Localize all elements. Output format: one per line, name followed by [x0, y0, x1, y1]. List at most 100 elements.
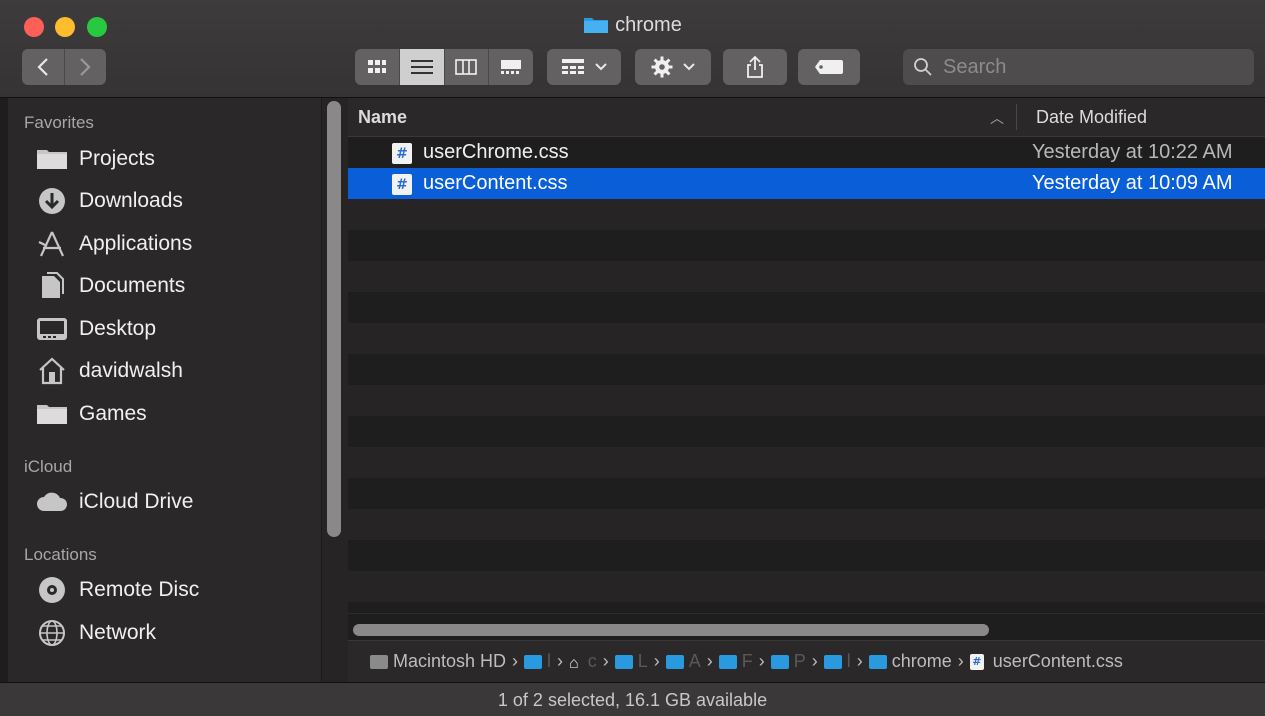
- folder-icon: [36, 145, 68, 173]
- path-bar: Macintosh HD › l › ⌂ c › L › A › F › P ›…: [348, 640, 1265, 682]
- user-folder-icon: [524, 654, 543, 669]
- horizontal-scrollbar[interactable]: [353, 624, 989, 636]
- action-menu-button[interactable]: [635, 49, 711, 85]
- path-item-folder-p[interactable]: P: [770, 651, 806, 672]
- path-item-usercontent-css[interactable]: # userContent.css: [969, 651, 1123, 672]
- library-folder-icon: [614, 654, 633, 669]
- sidebar-section-favorites: Favorites: [24, 113, 94, 132]
- columns-icon: [455, 59, 478, 75]
- document-icon: [36, 272, 68, 300]
- chevron-left-icon: [37, 58, 48, 76]
- forward-button[interactable]: [63, 49, 107, 85]
- path-label: Macintosh HD: [393, 651, 507, 671]
- tag-button[interactable]: [798, 49, 860, 85]
- sidebar-scrollbar[interactable]: [327, 101, 341, 537]
- path-item-home[interactable]: ⌂ c: [569, 651, 597, 672]
- disc-icon: [36, 576, 68, 604]
- search-icon: [914, 58, 932, 76]
- folder-icon: [584, 18, 609, 33]
- file-row[interactable]: # userChrome.css Yesterday at 10:22 AM: [348, 137, 1265, 168]
- sidebar-item-downloads[interactable]: Downloads: [36, 183, 183, 219]
- sidebar-item-label: davidwalsh: [79, 359, 183, 382]
- empty-row: [348, 292, 1265, 323]
- path-label: chrome: [891, 651, 952, 671]
- cloud-icon: [36, 488, 68, 516]
- grid-icon: [367, 60, 386, 73]
- sidebar-item-label: Applications: [79, 232, 193, 255]
- icon-view-button[interactable]: [355, 49, 399, 85]
- sidebar-item-label: Network: [79, 621, 157, 644]
- path-separator: ›: [856, 651, 863, 671]
- hard-drive-icon: [370, 654, 388, 669]
- sidebar-item-applications[interactable]: Applications: [36, 226, 192, 262]
- path-label: F: [741, 651, 753, 671]
- chevron-right-icon: [80, 58, 91, 76]
- column-view-button[interactable]: [443, 49, 489, 85]
- list-view-button[interactable]: [398, 49, 444, 85]
- path-item-library[interactable]: L: [614, 651, 648, 672]
- sidebar-item-projects[interactable]: Projects: [36, 141, 155, 177]
- path-label: l: [547, 651, 552, 671]
- group-by-button[interactable]: [547, 49, 621, 85]
- desktop-icon: [36, 315, 68, 343]
- empty-row: [348, 261, 1265, 292]
- share-icon: [747, 55, 763, 78]
- network-icon: [36, 619, 68, 647]
- path-separator: ›: [512, 651, 519, 671]
- sidebar-item-davidwalsh[interactable]: davidwalsh: [36, 353, 183, 389]
- sidebar-item-label: Downloads: [79, 189, 183, 212]
- window-title-bar: chrome: [0, 14, 1265, 37]
- file-row-selected[interactable]: # userContent.css Yesterday at 10:09 AM: [348, 168, 1265, 199]
- path-separator: ›: [957, 651, 964, 671]
- back-button[interactable]: [22, 49, 64, 85]
- share-button[interactable]: [723, 49, 787, 85]
- path-label: P: [793, 651, 806, 671]
- path-item-folder-l[interactable]: l: [823, 651, 851, 672]
- folder-icon: [770, 654, 789, 669]
- folder-icon: [868, 654, 887, 669]
- search-input[interactable]: [941, 54, 1245, 80]
- sidebar-section-locations: Locations: [24, 545, 97, 564]
- sidebar-item-games[interactable]: Games: [36, 396, 147, 432]
- gallery-view-button[interactable]: [488, 49, 533, 85]
- chevron-down-icon: [594, 63, 607, 71]
- window-title: chrome: [615, 14, 682, 36]
- applications-icon: [36, 230, 68, 258]
- sidebar-item-network[interactable]: Network: [36, 615, 156, 651]
- column-header-name[interactable]: Name: [358, 107, 407, 128]
- list-header: Name ︿ Date Modified: [348, 98, 1265, 137]
- empty-row: [348, 199, 1265, 230]
- search-field[interactable]: [903, 49, 1254, 85]
- sidebar-item-documents[interactable]: Documents: [36, 268, 185, 304]
- file-name: userContent.css: [423, 172, 568, 194]
- toolbar: chrome: [0, 0, 1265, 98]
- home-icon: ⌂: [569, 654, 579, 672]
- sidebar-item-icloud-drive[interactable]: iCloud Drive: [36, 484, 193, 520]
- css-file-icon: #: [969, 653, 984, 670]
- sidebar-item-remote-disc[interactable]: Remote Disc: [36, 572, 199, 608]
- file-rows: # userChrome.css Yesterday at 10:22 AM #…: [348, 137, 1265, 602]
- gallery-icon: [501, 60, 522, 74]
- path-separator: ›: [602, 651, 609, 671]
- list-icon: [410, 60, 433, 74]
- path-item-folder-f[interactable]: F: [718, 651, 753, 672]
- back-forward-group: [22, 49, 106, 85]
- chevron-down-icon: [682, 63, 695, 71]
- sidebar-item-desktop[interactable]: Desktop: [36, 311, 156, 347]
- path-item-macintosh-hd[interactable]: Macintosh HD: [370, 651, 506, 672]
- path-item-users[interactable]: l: [524, 651, 551, 672]
- column-divider[interactable]: [1016, 104, 1017, 130]
- download-icon: [36, 187, 68, 215]
- path-item-chrome[interactable]: chrome: [868, 651, 952, 672]
- group-by-icon: [561, 59, 584, 74]
- folder-icon: [36, 400, 68, 428]
- path-label: L: [637, 651, 648, 671]
- sidebar-item-label: Projects: [79, 147, 155, 170]
- gear-icon: [651, 56, 672, 78]
- empty-row: [348, 385, 1265, 416]
- path-separator: ›: [706, 651, 713, 671]
- column-header-date-modified[interactable]: Date Modified: [1036, 107, 1147, 128]
- empty-row: [348, 447, 1265, 478]
- file-list: Name ︿ Date Modified # userChrome.css Ye…: [348, 98, 1265, 682]
- path-item-folder-a[interactable]: A: [665, 651, 701, 672]
